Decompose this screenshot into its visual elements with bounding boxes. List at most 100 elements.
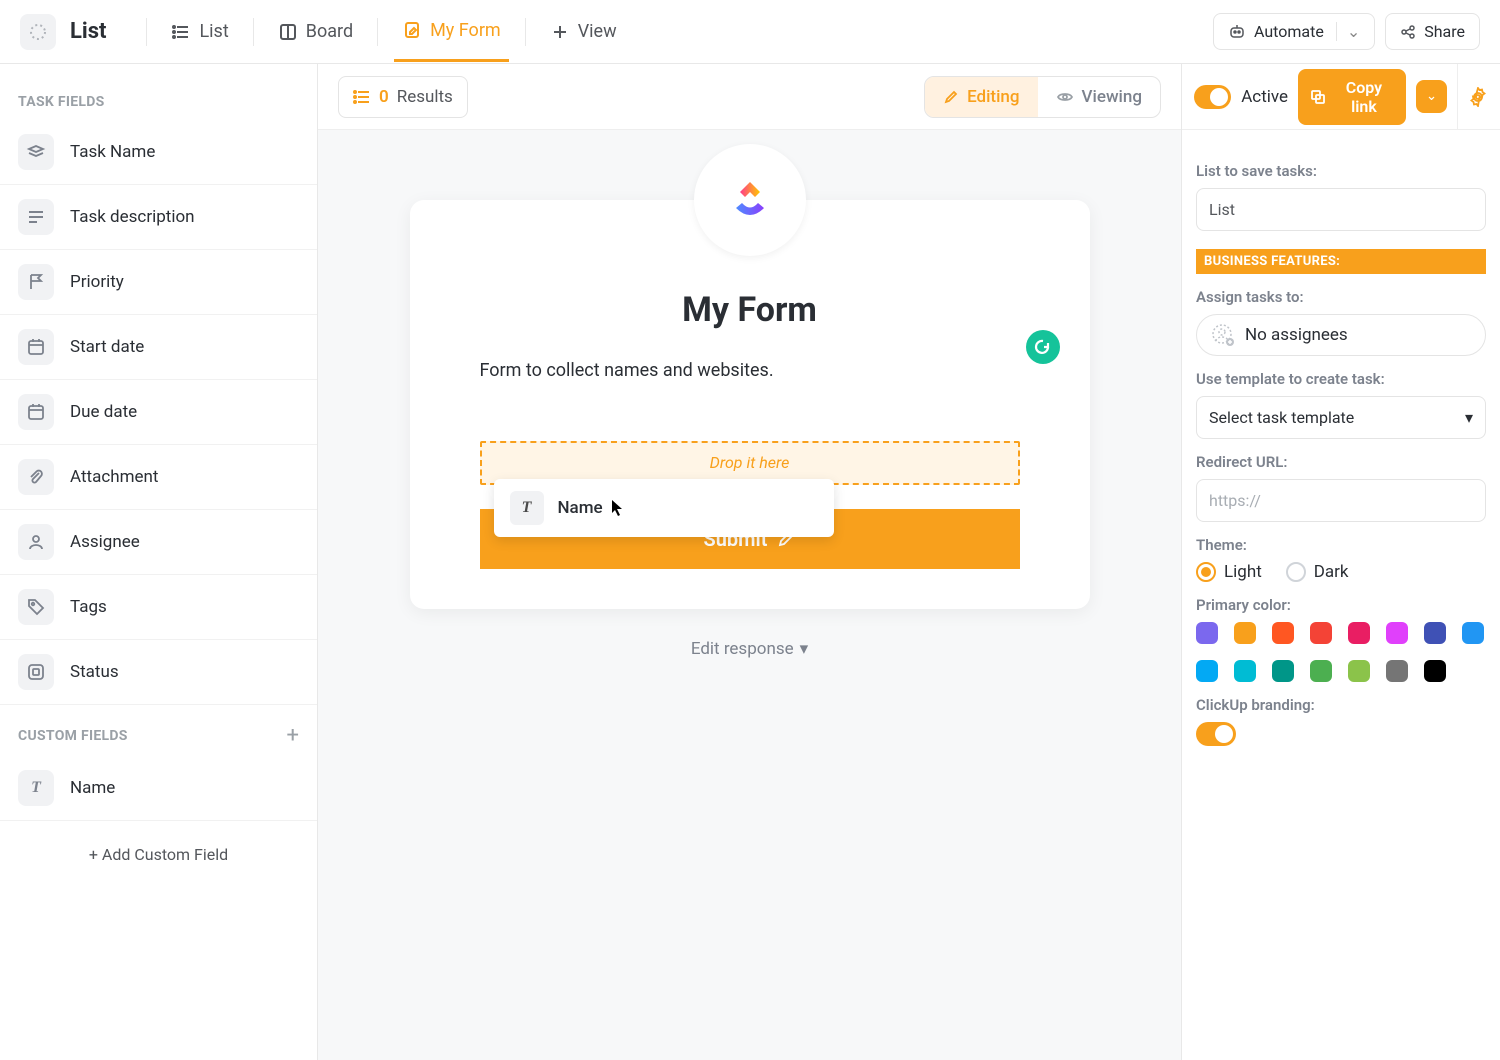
color-swatch[interactable] — [1386, 622, 1408, 644]
color-swatch[interactable] — [1386, 660, 1408, 682]
plus-icon[interactable]: + — [287, 723, 299, 748]
theme-radios: Light Dark — [1196, 562, 1486, 582]
tab-list[interactable]: List — [163, 3, 236, 60]
color-swatch[interactable] — [1310, 622, 1332, 644]
divider — [525, 18, 526, 46]
add-custom-field-button[interactable]: + Add Custom Field — [0, 821, 317, 888]
grammarly-icon — [1026, 330, 1060, 364]
dragging-field-chip[interactable]: T Name — [494, 479, 834, 537]
field-label: Start date — [70, 337, 144, 357]
field-attachment[interactable]: Attachment — [0, 445, 317, 510]
business-features-badge: BUSINESS FEATURES: — [1196, 249, 1486, 274]
custom-field-name[interactable]: T Name — [0, 756, 317, 821]
tab-board[interactable]: Board — [270, 3, 361, 60]
caret-down-icon: ▾ — [1465, 408, 1473, 427]
field-label: Status — [70, 662, 119, 682]
tab-board-label: Board — [306, 21, 353, 42]
field-assignee[interactable]: Assignee — [0, 510, 317, 575]
branding-toggle[interactable] — [1196, 722, 1236, 746]
field-due-date[interactable]: Due date — [0, 380, 317, 445]
list-to-save-label: List to save tasks: — [1196, 162, 1486, 180]
chip-label: Name — [558, 498, 603, 518]
color-swatch[interactable] — [1424, 660, 1446, 682]
flag-icon — [18, 264, 54, 300]
no-assignees-label: No assignees — [1245, 325, 1348, 345]
copy-link-label: Copy link — [1334, 78, 1394, 116]
automate-button[interactable]: Automate ⌄ — [1213, 13, 1375, 50]
results-button[interactable]: 0 Results — [338, 76, 468, 118]
list-icon — [171, 22, 191, 42]
list-icon — [353, 88, 371, 106]
canvas: 0 Results Editing Viewing — [318, 64, 1182, 1060]
color-swatch[interactable] — [1234, 660, 1256, 682]
main: TASK FIELDS Task Name Task description P… — [0, 64, 1500, 1060]
pencil-icon — [943, 89, 959, 105]
below-card: Edit response ▾ — [410, 639, 1090, 659]
description-icon — [18, 199, 54, 235]
field-label: Task Name — [70, 142, 155, 162]
brand-logo — [694, 144, 806, 256]
assignee-picker[interactable]: No assignees — [1196, 314, 1486, 356]
tag-icon — [18, 589, 54, 625]
custom-fields-header: CUSTOM FIELDS + — [0, 705, 317, 756]
divider — [377, 18, 378, 46]
field-task-name[interactable]: Task Name — [0, 120, 317, 185]
field-task-description[interactable]: Task description — [0, 185, 317, 250]
form-description[interactable]: Form to collect names and websites. — [480, 360, 1020, 381]
share-label: Share — [1424, 22, 1465, 41]
list-logo-icon — [20, 14, 56, 50]
list-to-save-input[interactable] — [1196, 188, 1486, 231]
rightbar: Active Copy link ⌄ List to save tasks: B… — [1182, 64, 1500, 1060]
color-swatch[interactable] — [1272, 622, 1294, 644]
tab-list-label: List — [199, 21, 228, 42]
viewing-label: Viewing — [1082, 87, 1142, 107]
form-title[interactable]: My Form — [480, 290, 1020, 330]
divider — [146, 18, 147, 46]
edit-response-button[interactable]: Edit response ▾ — [410, 639, 1090, 659]
color-swatch[interactable] — [1424, 622, 1446, 644]
active-label: Active — [1241, 87, 1288, 107]
color-swatch[interactable] — [1348, 622, 1370, 644]
editing-tab[interactable]: Editing — [925, 77, 1037, 117]
settings-gear-icon[interactable] — [1457, 64, 1488, 129]
color-swatch[interactable] — [1310, 660, 1332, 682]
theme-light-radio[interactable]: Light — [1196, 562, 1262, 582]
color-swatch[interactable] — [1272, 660, 1294, 682]
config-panel: List to save tasks: BUSINESS FEATURES: A… — [1182, 130, 1500, 764]
color-swatch[interactable] — [1196, 622, 1218, 644]
stack-icon — [18, 134, 54, 170]
form-icon — [402, 20, 422, 40]
cursor-icon — [611, 499, 625, 517]
template-label: Use template to create task: — [1196, 370, 1486, 388]
copy-link-button[interactable]: Copy link — [1298, 69, 1406, 125]
tab-add-view[interactable]: View — [542, 3, 625, 60]
task-fields-title: TASK FIELDS — [0, 82, 317, 120]
tab-my-form[interactable]: My Form — [394, 2, 509, 62]
field-priority[interactable]: Priority — [0, 250, 317, 315]
color-swatch[interactable] — [1196, 660, 1218, 682]
status-icon — [18, 654, 54, 690]
field-label: Tags — [70, 597, 107, 617]
field-label: Name — [70, 778, 115, 798]
field-start-date[interactable]: Start date — [0, 315, 317, 380]
form-card: My Form Form to collect names and websit… — [410, 200, 1090, 609]
color-swatch[interactable] — [1462, 622, 1484, 644]
field-status[interactable]: Status — [0, 640, 317, 705]
form-card-wrap: My Form Form to collect names and websit… — [410, 200, 1090, 659]
chevron-down-icon: ⌄ — [1336, 22, 1360, 41]
color-swatch[interactable] — [1348, 660, 1370, 682]
field-tags[interactable]: Tags — [0, 575, 317, 640]
redirect-url-input[interactable] — [1196, 479, 1486, 522]
share-button[interactable]: Share — [1385, 13, 1480, 50]
primary-color-label: Primary color: — [1196, 596, 1486, 614]
edit-response-label: Edit response — [691, 639, 794, 659]
active-toggle[interactable] — [1194, 85, 1231, 109]
field-label: Attachment — [70, 467, 158, 487]
template-select[interactable]: Select task template ▾ — [1196, 396, 1486, 439]
calendar-icon — [18, 394, 54, 430]
viewing-tab[interactable]: Viewing — [1038, 77, 1160, 117]
theme-dark-radio[interactable]: Dark — [1286, 562, 1349, 582]
eye-icon — [1056, 88, 1074, 106]
color-swatch[interactable] — [1234, 622, 1256, 644]
copy-link-dropdown[interactable]: ⌄ — [1416, 80, 1447, 113]
